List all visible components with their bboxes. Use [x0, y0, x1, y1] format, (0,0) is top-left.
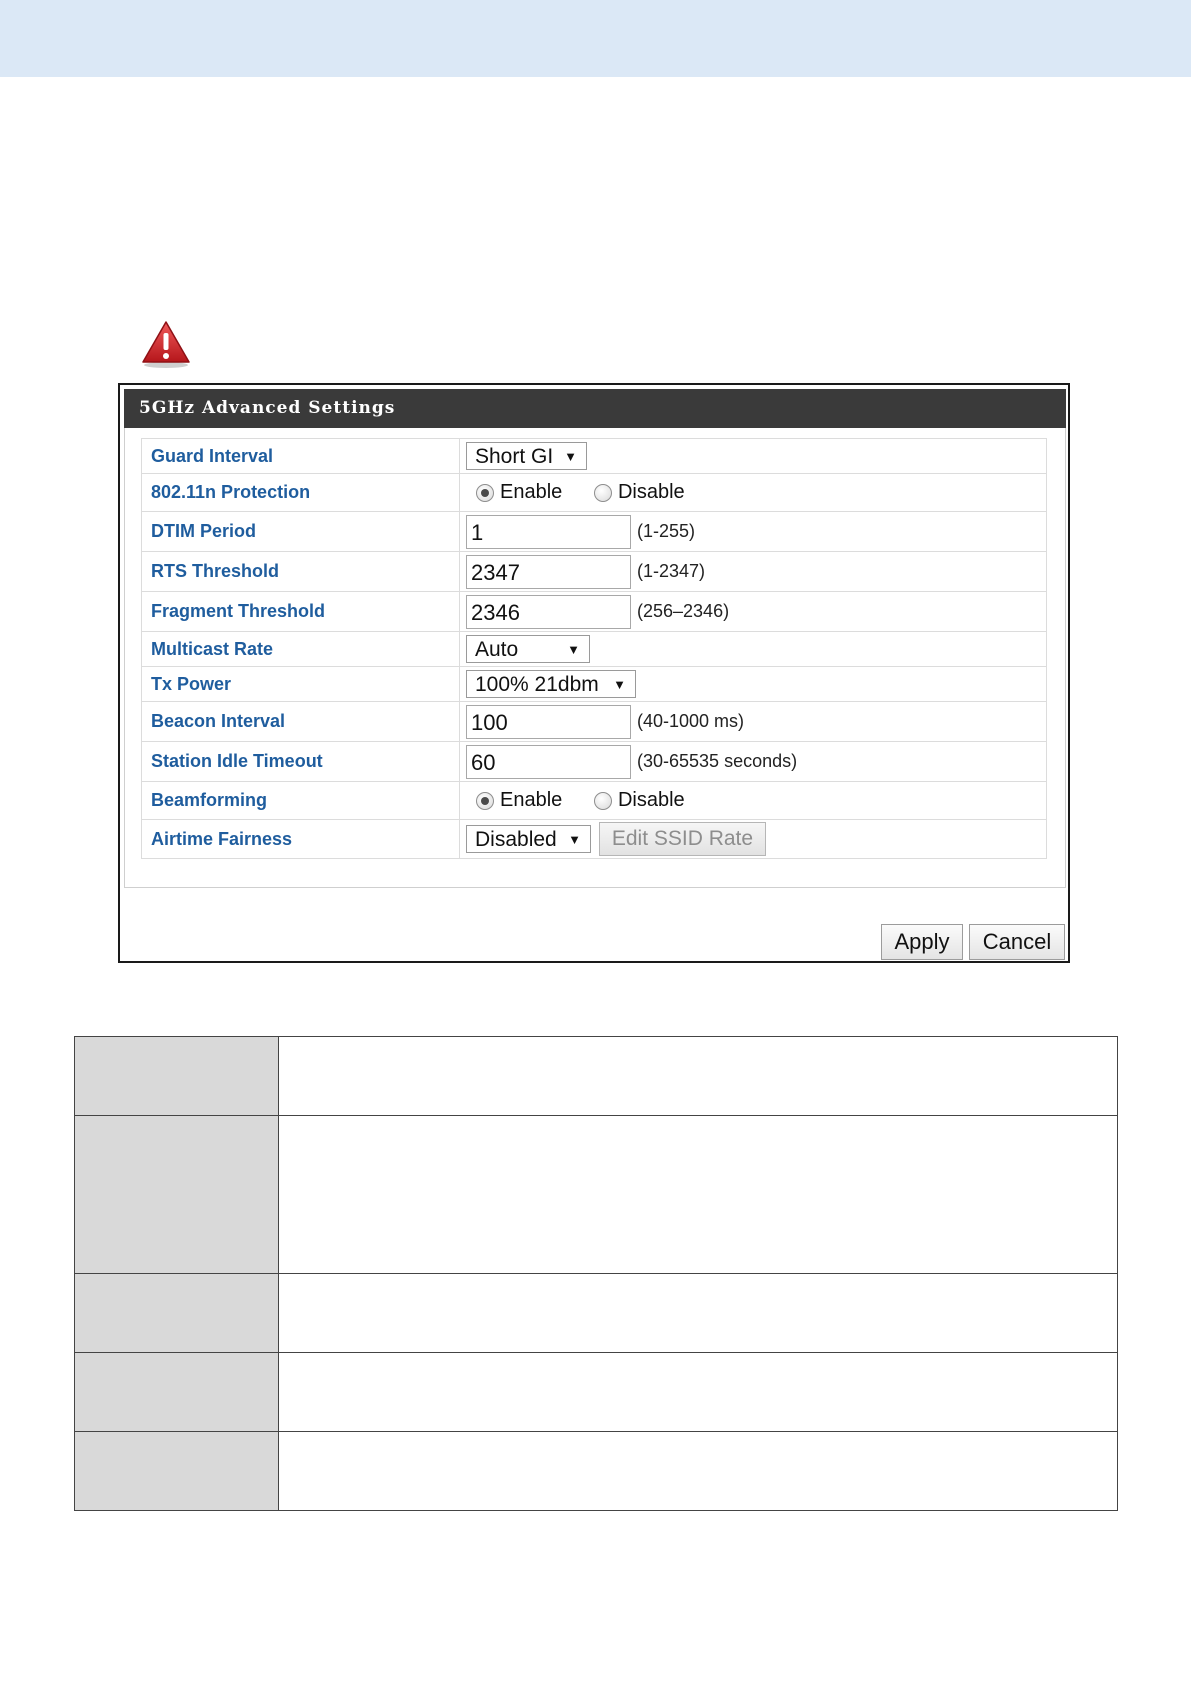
- warning-icon: [142, 321, 190, 368]
- protection-label: 802.11n Protection: [141, 473, 460, 512]
- row-protection: 802.11n Protection Enable Disable: [141, 473, 1047, 512]
- row-idle-timeout: Station Idle Timeout 60 (30-65535 seconds…: [141, 741, 1047, 782]
- advanced-settings-panel: 5GHz Advanced Settings Guard Interval Sh…: [118, 383, 1070, 963]
- idle-timeout-input[interactable]: 60: [466, 744, 631, 779]
- guard-interval-label: Guard Interval: [141, 438, 460, 474]
- panel-title: 5GHz Advanced Settings: [124, 389, 1066, 428]
- dtim-label: DTIM Period: [141, 511, 460, 552]
- txpower-value: 100% 21dbm: [475, 673, 599, 696]
- table-row: [74, 1431, 1118, 1511]
- guard-interval-select[interactable]: Short GI ▼: [466, 442, 587, 470]
- protection-disable-label: Disable: [617, 481, 685, 504]
- protection-enable-radio[interactable]: [476, 483, 494, 502]
- settings-container: Guard Interval Short GI ▼ 802.11n Protec…: [124, 428, 1066, 888]
- rts-label: RTS Threshold: [141, 551, 460, 592]
- protection-disable-radio[interactable]: [593, 483, 612, 502]
- description-table: [74, 1036, 1118, 1511]
- airtime-value: Disabled: [475, 828, 557, 851]
- row-rts: RTS Threshold 2347 (1-2347): [141, 551, 1047, 592]
- fragment-input[interactable]: 2346: [466, 594, 631, 629]
- row-fragment: Fragment Threshold 2346 (256–2346): [141, 591, 1047, 632]
- multicast-select[interactable]: Auto ▼: [466, 635, 590, 663]
- beacon-input[interactable]: 100: [466, 704, 631, 739]
- edit-ssid-rate-button[interactable]: Edit SSID Rate: [598, 822, 767, 856]
- airtime-select[interactable]: Disabled ▼: [466, 825, 591, 853]
- beamforming-disable-radio[interactable]: [593, 791, 612, 810]
- row-airtime: Airtime Fairness Disabled ▼ Edit SSID Ra…: [141, 819, 1047, 859]
- chevron-down-icon: ▼: [568, 832, 581, 847]
- beamforming-enable-label: Enable: [500, 789, 563, 812]
- beamforming-disable-label: Disable: [617, 789, 685, 812]
- settings-table: Guard Interval Short GI ▼ 802.11n Protec…: [141, 438, 1047, 859]
- idle-timeout-label: Station Idle Timeout: [141, 741, 460, 782]
- txpower-label: Tx Power: [141, 666, 460, 702]
- rts-input[interactable]: 2347: [466, 554, 631, 589]
- beamforming-label: Beamforming: [141, 781, 460, 820]
- row-guard-interval: Guard Interval Short GI ▼: [141, 438, 1047, 474]
- beacon-label: Beacon Interval: [141, 701, 460, 742]
- airtime-label: Airtime Fairness: [141, 819, 460, 859]
- multicast-label: Multicast Rate: [141, 631, 460, 667]
- beamforming-enable-radio[interactable]: [476, 791, 494, 810]
- table-row: [74, 1352, 1118, 1432]
- multicast-value: Auto: [475, 638, 519, 661]
- apply-button[interactable]: Apply: [881, 924, 963, 960]
- table-row: [74, 1115, 1118, 1274]
- beacon-hint: (40-1000 ms): [637, 711, 745, 731]
- row-beacon: Beacon Interval 100 (40-1000 ms): [141, 701, 1047, 742]
- chevron-down-icon: ▼: [613, 677, 626, 692]
- row-multicast: Multicast Rate Auto ▼: [141, 631, 1047, 667]
- txpower-select[interactable]: 100% 21dbm ▼: [466, 670, 636, 698]
- fragment-label: Fragment Threshold: [141, 591, 460, 632]
- table-row: [74, 1273, 1118, 1353]
- row-txpower: Tx Power 100% 21dbm ▼: [141, 666, 1047, 702]
- protection-enable-label: Enable: [500, 481, 563, 504]
- idle-timeout-hint: (30-65535 seconds): [637, 751, 798, 771]
- fragment-hint: (256–2346): [637, 601, 730, 621]
- page-header-band: [0, 0, 1191, 77]
- chevron-down-icon: ▼: [567, 642, 580, 657]
- guard-interval-value: Short GI: [475, 445, 554, 468]
- cancel-button[interactable]: Cancel: [969, 924, 1065, 960]
- rts-hint: (1-2347): [637, 561, 706, 581]
- row-beamforming: Beamforming Enable Disable: [141, 781, 1047, 820]
- table-row: [74, 1036, 1118, 1116]
- dtim-hint: (1-255): [637, 521, 696, 541]
- row-dtim: DTIM Period 1 (1-255): [141, 511, 1047, 552]
- dtim-input[interactable]: 1: [466, 514, 631, 549]
- chevron-down-icon: ▼: [564, 449, 577, 464]
